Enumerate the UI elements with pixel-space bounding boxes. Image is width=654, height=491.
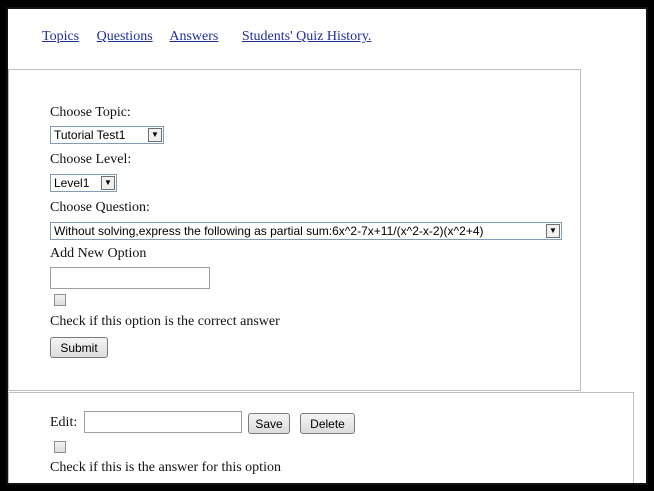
app-frame: Topics Questions Answers Students' Quiz … [6, 7, 648, 485]
edit-option-input[interactable] [84, 411, 242, 433]
nav-questions-link[interactable]: Questions [97, 29, 153, 44]
answer-checkbox-label: Check if this is the answer for this opt… [50, 460, 281, 475]
chevron-down-icon: ▼ [101, 176, 115, 190]
level-select[interactable]: Level1 ▼ [50, 174, 117, 192]
save-button[interactable]: Save [248, 413, 290, 434]
choose-question-label: Choose Question: [50, 200, 150, 215]
correct-answer-checkbox[interactable] [54, 294, 66, 306]
submit-button[interactable]: Submit [50, 337, 108, 358]
correct-answer-label: Check if this option is the correct answ… [50, 314, 280, 329]
topic-select[interactable]: Tutorial Test1 ▼ [50, 126, 164, 144]
nav-quiz-history-link[interactable]: Students' Quiz History. [242, 29, 372, 44]
chevron-down-icon: ▼ [546, 224, 560, 238]
answer-checkbox[interactable] [54, 441, 66, 453]
question-select-value: Without solving,express the following as… [54, 224, 484, 238]
nav-answers-link[interactable]: Answers [169, 29, 218, 44]
level-select-value: Level1 [54, 176, 90, 190]
add-new-option-label: Add New Option [50, 246, 147, 261]
edit-label: Edit: [50, 415, 78, 430]
delete-button[interactable]: Delete [300, 413, 355, 434]
choose-topic-label: Choose Topic: [50, 105, 131, 120]
topic-select-value: Tutorial Test1 [54, 128, 126, 142]
question-select[interactable]: Without solving,express the following as… [50, 222, 562, 240]
choose-level-label: Choose Level: [50, 152, 132, 167]
new-option-input[interactable] [50, 267, 210, 289]
nav-topics-link[interactable]: Topics [42, 29, 79, 44]
chevron-down-icon: ▼ [148, 128, 162, 142]
top-nav: Topics Questions Answers Students' Quiz … [42, 29, 371, 45]
